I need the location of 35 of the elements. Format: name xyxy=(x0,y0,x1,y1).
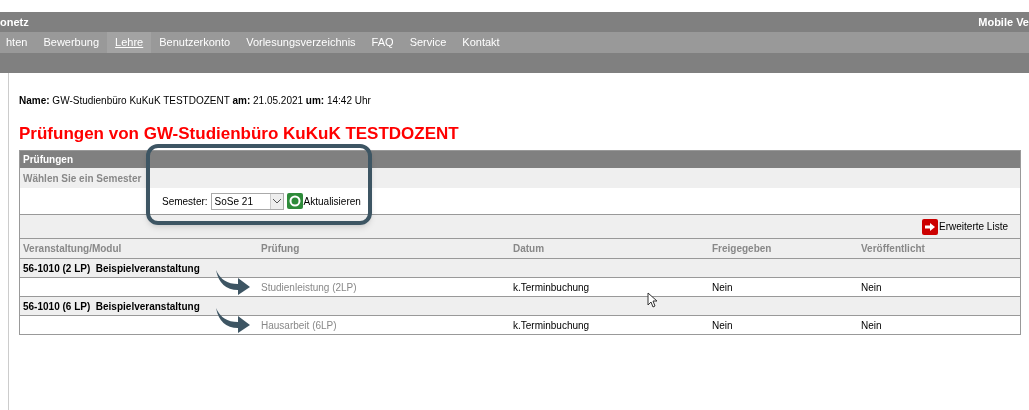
table-cell-text: Nein xyxy=(711,318,734,333)
column-header: Freigegeben xyxy=(711,242,773,256)
refresh-icon xyxy=(286,193,303,209)
table-cell-text: k.Terminbuchung xyxy=(512,280,591,295)
nav-tab[interactable]: Kontakt xyxy=(454,32,508,53)
dropdown-caret-icon xyxy=(269,193,283,209)
panel-header: Prüfungen xyxy=(20,151,1020,168)
module-title: 56-1010 (6 LP) Beispielveranstaltung xyxy=(23,299,200,314)
semester-label: Semester: xyxy=(162,194,208,209)
nav-tab[interactable]: Bewerbung xyxy=(35,32,108,53)
column-header: Veranstaltung/Modul xyxy=(22,242,123,256)
extended-list-link[interactable]: Erweiterte Liste xyxy=(922,218,1008,235)
nav-tab[interactable]: Benutzerkonto xyxy=(151,32,239,53)
table-cell-text: Nein xyxy=(860,280,883,295)
exam-name: Studienleistung (2LP) xyxy=(261,281,357,293)
module-title: 56-1010 (2 LP) Beispielveranstaltung xyxy=(23,261,200,276)
nav-tab[interactable]: FAQ xyxy=(363,32,402,53)
column-header: Veröffentlicht xyxy=(860,242,926,256)
nav-tab[interactable]: Vorlesungsverzeichnis xyxy=(238,32,364,53)
table-cell-text: Nein xyxy=(711,280,734,295)
page-title: Prüfungen von GW-Studienbüro KuKuK TESTDOZENT xyxy=(19,124,460,144)
nav-tab[interactable]: Lehre xyxy=(107,32,152,53)
refresh-button[interactable]: Aktualisieren xyxy=(286,193,361,209)
info-line: Name: GW-Studienbüro KuKuK TESTDOZENT am: 21.05.2021 um: 14:42 Uhr xyxy=(19,94,372,108)
semester-select[interactable]: SoSe 21 xyxy=(210,192,284,210)
column-header: Datum xyxy=(512,242,546,256)
exam-name: Hausarbeit (6LP) xyxy=(261,319,337,331)
nav-tab[interactable]: Service xyxy=(401,32,455,53)
mobile-link[interactable]: Mobile Ve xyxy=(978,13,1029,31)
nav-tab[interactable]: hten xyxy=(0,32,36,53)
site-title: onetz xyxy=(0,14,29,30)
panel-subtitle: Wählen Sie ein Semester xyxy=(20,168,1020,188)
table-cell-text: k.Terminbuchung xyxy=(512,318,591,333)
column-header: Prüfung xyxy=(260,242,301,256)
table-cell-text: Nein xyxy=(860,318,883,333)
